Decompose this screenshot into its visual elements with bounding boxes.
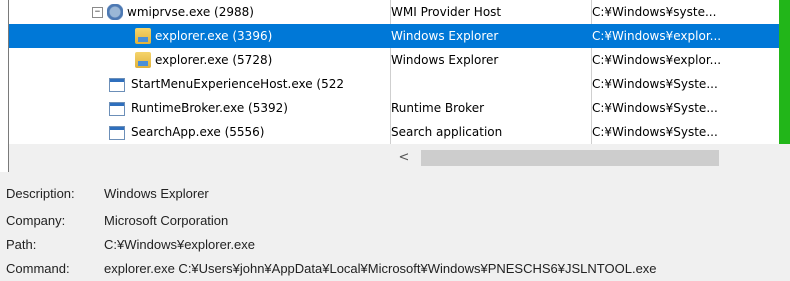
- process-row-searchapp[interactable]: SearchApp.exe (5556) Search application …: [9, 120, 790, 144]
- detail-value: C:¥Windows¥explorer.exe: [104, 237, 256, 252]
- detail-label: Command:: [6, 261, 70, 276]
- process-name: explorer.exe (5728): [155, 53, 273, 67]
- process-name-cell: explorer.exe (3396): [9, 24, 381, 48]
- scrollbar-thumb[interactable]: [421, 150, 719, 166]
- process-description: Windows Explorer: [391, 53, 499, 67]
- status-indicator: [779, 0, 790, 24]
- status-indicator: [779, 96, 790, 120]
- process-name: explorer.exe (3396): [155, 29, 273, 43]
- process-description: Runtime Broker: [391, 101, 485, 115]
- process-tree: − wmiprvse.exe (2988) WMI Provider Host …: [0, 0, 790, 172]
- process-name-cell: StartMenuExperienceHost.exe (522: [9, 72, 381, 96]
- detail-value: Microsoft Corporation: [104, 213, 229, 228]
- collapse-toggle-icon[interactable]: −: [92, 7, 103, 18]
- process-description: WMI Provider Host: [391, 5, 502, 19]
- app-window-icon: [109, 102, 125, 116]
- horizontal-scrollbar[interactable]: <: [9, 144, 790, 172]
- process-row-wmiprvse[interactable]: − wmiprvse.exe (2988) WMI Provider Host …: [9, 0, 790, 24]
- process-path: C:¥Windows¥syste...: [592, 5, 717, 19]
- detail-label: Description:: [6, 186, 75, 201]
- wmi-process-icon: [107, 4, 123, 20]
- process-name: wmiprvse.exe (2988): [127, 5, 254, 19]
- detail-label: Company:: [6, 213, 66, 228]
- detail-value: Windows Explorer: [104, 186, 209, 201]
- process-path: C:¥Windows¥Syste...: [592, 77, 718, 91]
- scroll-left-icon[interactable]: <: [394, 144, 414, 172]
- process-name: StartMenuExperienceHost.exe (522: [131, 77, 345, 91]
- status-indicator: [779, 48, 790, 72]
- process-path: C:¥Windows¥explor...: [592, 29, 722, 43]
- process-row-explorer-5728[interactable]: explorer.exe (5728) Windows Explorer C:¥…: [9, 48, 790, 72]
- detail-label: Path:: [6, 237, 37, 252]
- status-indicator: [779, 24, 790, 48]
- process-name: RuntimeBroker.exe (5392): [131, 101, 288, 115]
- app-window-icon: [109, 126, 125, 140]
- process-name-cell: − wmiprvse.exe (2988): [9, 0, 381, 24]
- app-window-icon: [109, 78, 125, 92]
- process-path: C:¥Windows¥Syste...: [592, 101, 718, 115]
- status-indicator: [779, 72, 790, 96]
- process-name-cell: RuntimeBroker.exe (5392): [9, 96, 381, 120]
- process-description: [391, 72, 591, 96]
- process-name: SearchApp.exe (5556): [131, 125, 265, 139]
- process-description: Windows Explorer: [391, 29, 499, 43]
- process-name-cell: explorer.exe (5728): [9, 48, 381, 72]
- explorer-folder-icon: [135, 52, 151, 68]
- process-path: C:¥Windows¥explor...: [592, 53, 722, 67]
- detail-value: explorer.exe C:¥Users¥john¥AppData¥Local…: [104, 261, 657, 276]
- process-row-startmenuexperiencehost[interactable]: StartMenuExperienceHost.exe (522 C:¥Wind…: [9, 72, 790, 96]
- details-pane: Description: Windows Explorer Company: M…: [0, 172, 790, 281]
- process-path: C:¥Windows¥Syste...: [592, 125, 718, 139]
- process-row-runtimebroker[interactable]: RuntimeBroker.exe (5392) Runtime Broker …: [9, 96, 790, 120]
- status-indicator: [779, 120, 790, 144]
- process-row-explorer-3396[interactable]: explorer.exe (3396) Windows Explorer C:¥…: [9, 24, 790, 48]
- explorer-folder-icon: [135, 28, 151, 44]
- process-description: Search application: [391, 125, 503, 139]
- process-name-cell: SearchApp.exe (5556): [9, 120, 381, 144]
